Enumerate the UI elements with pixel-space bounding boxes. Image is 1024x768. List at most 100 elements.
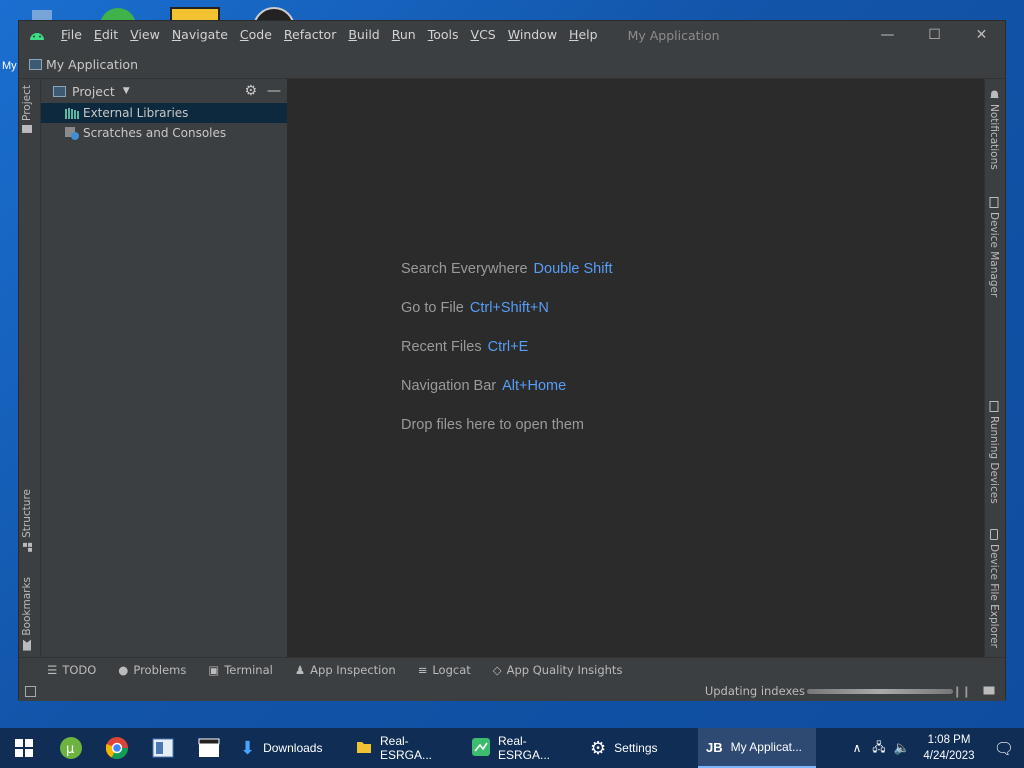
- chrome-taskbar-icon[interactable]: [94, 728, 140, 768]
- app-quality-insights-tool-button[interactable]: ◇ App Quality Insights: [493, 663, 623, 677]
- minimize-button[interactable]: —: [864, 21, 911, 49]
- menu-build[interactable]: Build: [342, 21, 385, 49]
- chevron-down-icon[interactable]: ▼: [123, 86, 130, 96]
- start-button[interactable]: [0, 728, 48, 768]
- structure-tool-tab[interactable]: Structure: [21, 489, 33, 552]
- scratches-icon: [65, 126, 79, 140]
- editor-empty-state: Search Everywhere Double Shift Go to File…: [288, 79, 985, 657]
- bell-icon: [988, 89, 1000, 100]
- notification-status-icon[interactable]: [983, 686, 995, 697]
- pause-icon[interactable]: ❙❙: [953, 685, 971, 698]
- bookmarks-tool-tab[interactable]: Bookmarks: [21, 577, 33, 651]
- menu-refactor[interactable]: Refactor: [278, 21, 342, 49]
- problems-tool-button[interactable]: ● Problems: [118, 663, 186, 677]
- chevron-up-icon[interactable]: ∧: [846, 741, 868, 755]
- project-panel-header: Project ▼ ⚙ —: [41, 79, 287, 103]
- jetbrains-icon: JB: [706, 739, 723, 755]
- project-tool-tab[interactable]: Project: [21, 85, 33, 134]
- window-title: My Application: [627, 27, 720, 43]
- desktop-icon-label: My: [2, 60, 17, 72]
- action-center-icon[interactable]: 🗨: [984, 739, 1024, 758]
- logcat-tool-button[interactable]: ≡ Logcat: [418, 663, 471, 677]
- hint-navigation-bar: Navigation Bar Alt+Home: [401, 378, 567, 394]
- taskbar-app-android-studio[interactable]: JB My Applicat...: [698, 728, 816, 768]
- status-bar: Updating indexes ❙❙: [19, 681, 1005, 701]
- tree-item-external-libraries[interactable]: External Libraries: [41, 103, 287, 123]
- folder-icon: [21, 124, 33, 134]
- taskbar-app-image[interactable]: Real-ESRGA...: [464, 728, 582, 768]
- terminal-icon: ▣: [208, 662, 220, 677]
- clock-date: 4/24/2023: [923, 750, 975, 762]
- menu-navigate[interactable]: Navigate: [166, 21, 234, 49]
- running-device-icon: [988, 401, 1000, 412]
- hide-panel-icon[interactable]: —: [267, 83, 281, 99]
- menu-code[interactable]: Code: [234, 21, 278, 49]
- project-view-icon: [53, 85, 66, 97]
- app-inspection-tool-button[interactable]: ♟ App Inspection: [295, 663, 396, 677]
- phone-icon: [988, 529, 1000, 540]
- inspection-icon: ♟: [294, 662, 306, 677]
- clock[interactable]: 1:08 PM 4/24/2023: [914, 732, 984, 764]
- system-tray: ∧ 🖧 🔈 1:08 PM 4/24/2023 🗨: [846, 728, 1024, 768]
- todo-tool-button[interactable]: ☰ TODO: [47, 663, 96, 677]
- terminal-tool-button[interactable]: ▣ Terminal: [208, 663, 272, 677]
- diamond-icon: ◇: [492, 662, 502, 677]
- clock-time: 1:08 PM: [927, 734, 971, 746]
- hint-recent-files: Recent Files Ctrl+E: [401, 339, 529, 355]
- menu-view[interactable]: View: [124, 21, 166, 49]
- close-button[interactable]: ✕: [958, 21, 1005, 49]
- menu-tools[interactable]: Tools: [422, 21, 465, 49]
- breadcrumb-project[interactable]: My Application: [46, 57, 138, 72]
- windows-icon: [15, 739, 33, 757]
- bottom-tool-bar: ☰ TODO ● Problems ▣ Terminal ♟ App Inspectio…: [19, 657, 1005, 681]
- right-tool-strip: Notifications Device Manager Running Dev…: [984, 79, 1005, 657]
- network-icon[interactable]: 🖧: [868, 738, 890, 759]
- app-taskbar-icon[interactable]: [140, 728, 186, 768]
- shortcut-go-to-file: Ctrl+Shift+N: [469, 300, 549, 316]
- volume-icon[interactable]: 🔈: [890, 741, 914, 756]
- android-studio-icon: [19, 21, 55, 49]
- folder-icon: [356, 739, 372, 758]
- shortcut-navigation-bar: Alt+Home: [502, 378, 567, 394]
- shortcut-double-shift: Double Shift: [533, 261, 613, 277]
- clapperboard-taskbar-icon[interactable]: [186, 728, 232, 768]
- taskbar-app-settings[interactable]: ⚙ Settings: [582, 728, 698, 768]
- menu-window[interactable]: Window: [502, 21, 563, 49]
- project-view-selector[interactable]: Project: [72, 84, 115, 99]
- gear-icon[interactable]: ⚙: [244, 83, 257, 99]
- project-panel: Project ▼ ⚙ — External Libraries Scratch…: [41, 79, 288, 657]
- title-bar: File Edit View Navigate Code Refactor Bu…: [19, 21, 1005, 49]
- menu-help[interactable]: Help: [563, 21, 604, 49]
- device-icon: [988, 197, 1000, 208]
- problems-icon: ●: [118, 662, 129, 677]
- menu-vcs[interactable]: VCS: [465, 21, 502, 49]
- taskbar-app-downloads[interactable]: ⬇ Downloads: [232, 728, 348, 768]
- menu-edit[interactable]: Edit: [88, 21, 124, 49]
- ide-window: File Edit View Navigate Code Refactor Bu…: [18, 20, 1006, 701]
- taskbar-app-folder[interactable]: Real-ESRGA...: [348, 728, 464, 768]
- shortcut-recent-files: Ctrl+E: [487, 339, 529, 355]
- left-tool-strip: Project Structure Bookmarks: [19, 79, 41, 699]
- hint-drop-files: Drop files here to open them: [401, 417, 584, 433]
- menu-file[interactable]: File: [55, 21, 88, 49]
- hint-search-everywhere: Search Everywhere Double Shift: [401, 261, 613, 277]
- toggle-tool-windows-icon[interactable]: [25, 685, 36, 697]
- notifications-tool-tab[interactable]: Notifications: [988, 89, 1000, 170]
- running-devices-tool-tab[interactable]: Running Devices: [988, 401, 1000, 504]
- indexing-progress-bar: [807, 688, 953, 694]
- tree-item-scratches[interactable]: Scratches and Consoles: [41, 123, 287, 143]
- device-file-explorer-tool-tab[interactable]: Device File Explorer: [988, 529, 1000, 648]
- menu-run[interactable]: Run: [386, 21, 422, 49]
- bookmark-icon: [21, 639, 33, 651]
- maximize-button[interactable]: ☐: [911, 21, 958, 49]
- status-text[interactable]: Updating indexes: [705, 684, 805, 698]
- hint-go-to-file: Go to File Ctrl+Shift+N: [401, 300, 549, 316]
- gear-icon: ⚙: [590, 737, 607, 758]
- utorrent-taskbar-icon[interactable]: µ: [48, 728, 94, 768]
- library-icon: [65, 107, 79, 119]
- taskbar: µ ⬇ Downloads Real-ESRGA... Real-ESRGA..…: [0, 728, 1024, 768]
- device-manager-tool-tab[interactable]: Device Manager: [988, 197, 1000, 297]
- list-icon: ☰: [47, 662, 58, 677]
- navigation-bar: My Application: [19, 50, 1005, 79]
- structure-icon: [21, 542, 33, 552]
